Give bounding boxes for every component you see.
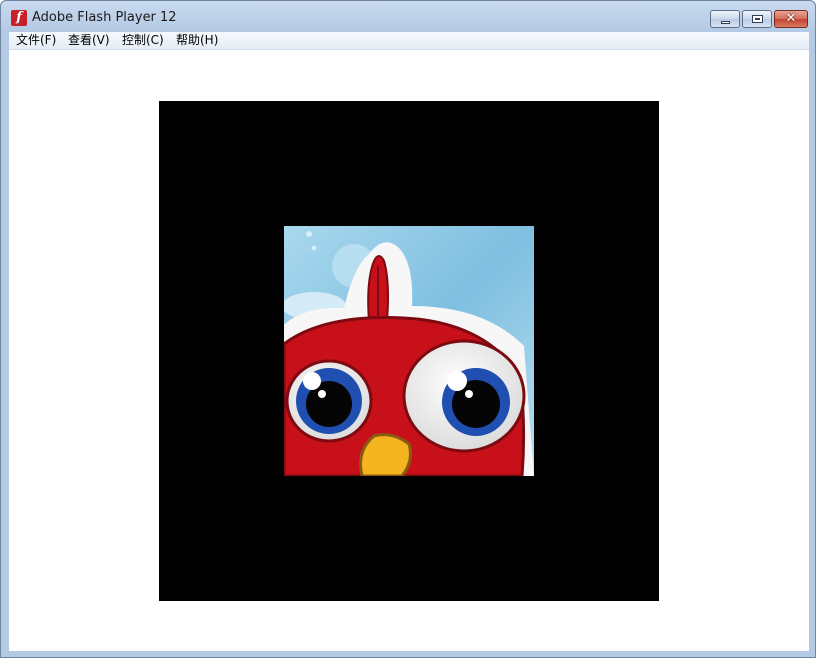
menu-control[interactable]: 控制(C) xyxy=(122,33,164,48)
minimize-button[interactable] xyxy=(710,10,740,28)
right-eye-highlight xyxy=(447,371,467,391)
close-icon: ✕ xyxy=(785,11,797,26)
title-bar[interactable]: f Adobe Flash Player 12 ✕ xyxy=(1,1,815,32)
bubble xyxy=(311,245,317,251)
app-window: f Adobe Flash Player 12 ✕ 文件(F) 查看(V) 控制… xyxy=(0,0,816,658)
bird-beak xyxy=(359,433,412,476)
left-eye-highlight xyxy=(303,372,321,390)
flash-player-icon: f xyxy=(11,10,27,26)
maximize-button[interactable] xyxy=(742,10,772,28)
menu-view[interactable]: 查看(V) xyxy=(68,33,110,48)
bubble xyxy=(306,231,312,237)
close-button[interactable]: ✕ xyxy=(774,10,808,28)
menu-help[interactable]: 帮助(H) xyxy=(176,33,218,48)
window-title: Adobe Flash Player 12 xyxy=(32,10,177,25)
right-eye-highlight-small xyxy=(465,390,473,398)
flash-stage[interactable] xyxy=(159,101,659,601)
bird-game-image xyxy=(284,226,534,476)
left-eye-highlight-small xyxy=(318,390,326,398)
flash-content-area[interactable] xyxy=(9,50,809,651)
maximize-icon xyxy=(752,15,763,23)
menu-file[interactable]: 文件(F) xyxy=(16,33,56,48)
menu-bar: 文件(F) 查看(V) 控制(C) 帮助(H) xyxy=(9,32,809,50)
minimize-icon xyxy=(721,21,730,24)
